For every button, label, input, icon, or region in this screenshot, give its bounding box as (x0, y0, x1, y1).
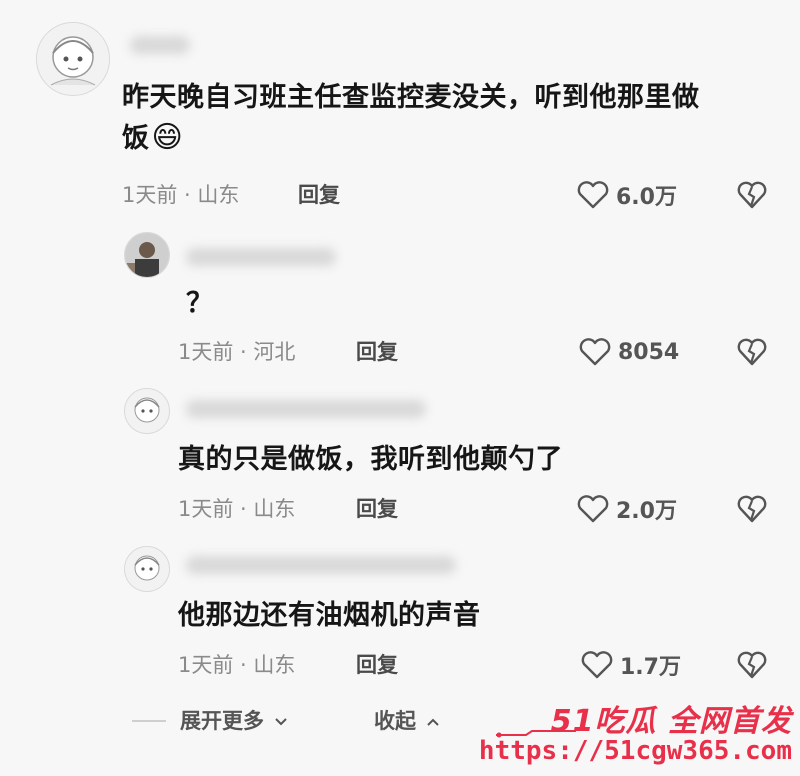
comment-meta: 1天前 · 山东 (122, 183, 240, 207)
expand-more-button[interactable]: 展开更多 (180, 706, 289, 736)
username-blurred[interactable] (186, 248, 336, 266)
comment-meta: 1天前 · 山东 (178, 653, 296, 677)
person-avatar-icon (125, 233, 169, 277)
broken-heart-icon[interactable] (736, 650, 768, 680)
comment-meta: 1天前 · 河北 (178, 340, 296, 364)
like-button[interactable]: 6.0万 (576, 180, 677, 210)
heart-icon (577, 495, 609, 523)
reply-button[interactable]: 回复 (356, 337, 398, 367)
comment-meta: 1天前 · 山东 (178, 497, 296, 521)
grin-emoji-icon: 😄 (151, 120, 184, 155)
reply-button[interactable]: 回复 (356, 494, 398, 524)
anime-avatar-icon (125, 547, 169, 591)
divider (132, 720, 166, 722)
comment-text: ？ (186, 288, 214, 319)
chevron-down-icon (275, 718, 288, 726)
watermark: 51吃瓜 全网首发 https://51cgw365.com (479, 696, 792, 772)
avatar[interactable] (124, 388, 170, 434)
heart-icon (579, 338, 611, 366)
broken-heart-icon[interactable] (736, 337, 768, 367)
username-blurred[interactable] (130, 36, 190, 54)
watermark-brand: 51吃瓜 全网首发 (550, 704, 792, 739)
username-blurred[interactable] (186, 556, 456, 574)
like-button[interactable]: 8054 (578, 337, 679, 367)
anime-avatar-icon (125, 389, 169, 433)
like-button[interactable]: 1.7万 (580, 650, 681, 680)
broken-heart-icon[interactable] (736, 180, 768, 210)
heart-icon (581, 651, 613, 679)
watermark-url: https://51cgw365.com (478, 736, 792, 766)
heart-icon (577, 181, 609, 209)
comment-text: 昨天晚自习班主任查监控麦没关，听到他那里做 饭😄 (122, 82, 700, 155)
broken-heart-icon[interactable] (736, 494, 768, 524)
avatar[interactable] (36, 22, 110, 96)
anime-avatar-icon (37, 23, 109, 95)
reply-button[interactable]: 回复 (298, 180, 340, 210)
reply-button[interactable]: 回复 (356, 650, 398, 680)
chevron-up-icon (427, 718, 440, 726)
avatar[interactable] (124, 546, 170, 592)
collapse-button[interactable]: 收起 (374, 706, 441, 736)
comment-text: 真的只是做饭，我听到他颠勺了 (178, 444, 563, 475)
comment-text: 他那边还有油烟机的声音 (178, 600, 481, 631)
avatar[interactable] (124, 232, 170, 278)
like-button[interactable]: 2.0万 (576, 494, 677, 524)
username-blurred[interactable] (186, 400, 426, 418)
